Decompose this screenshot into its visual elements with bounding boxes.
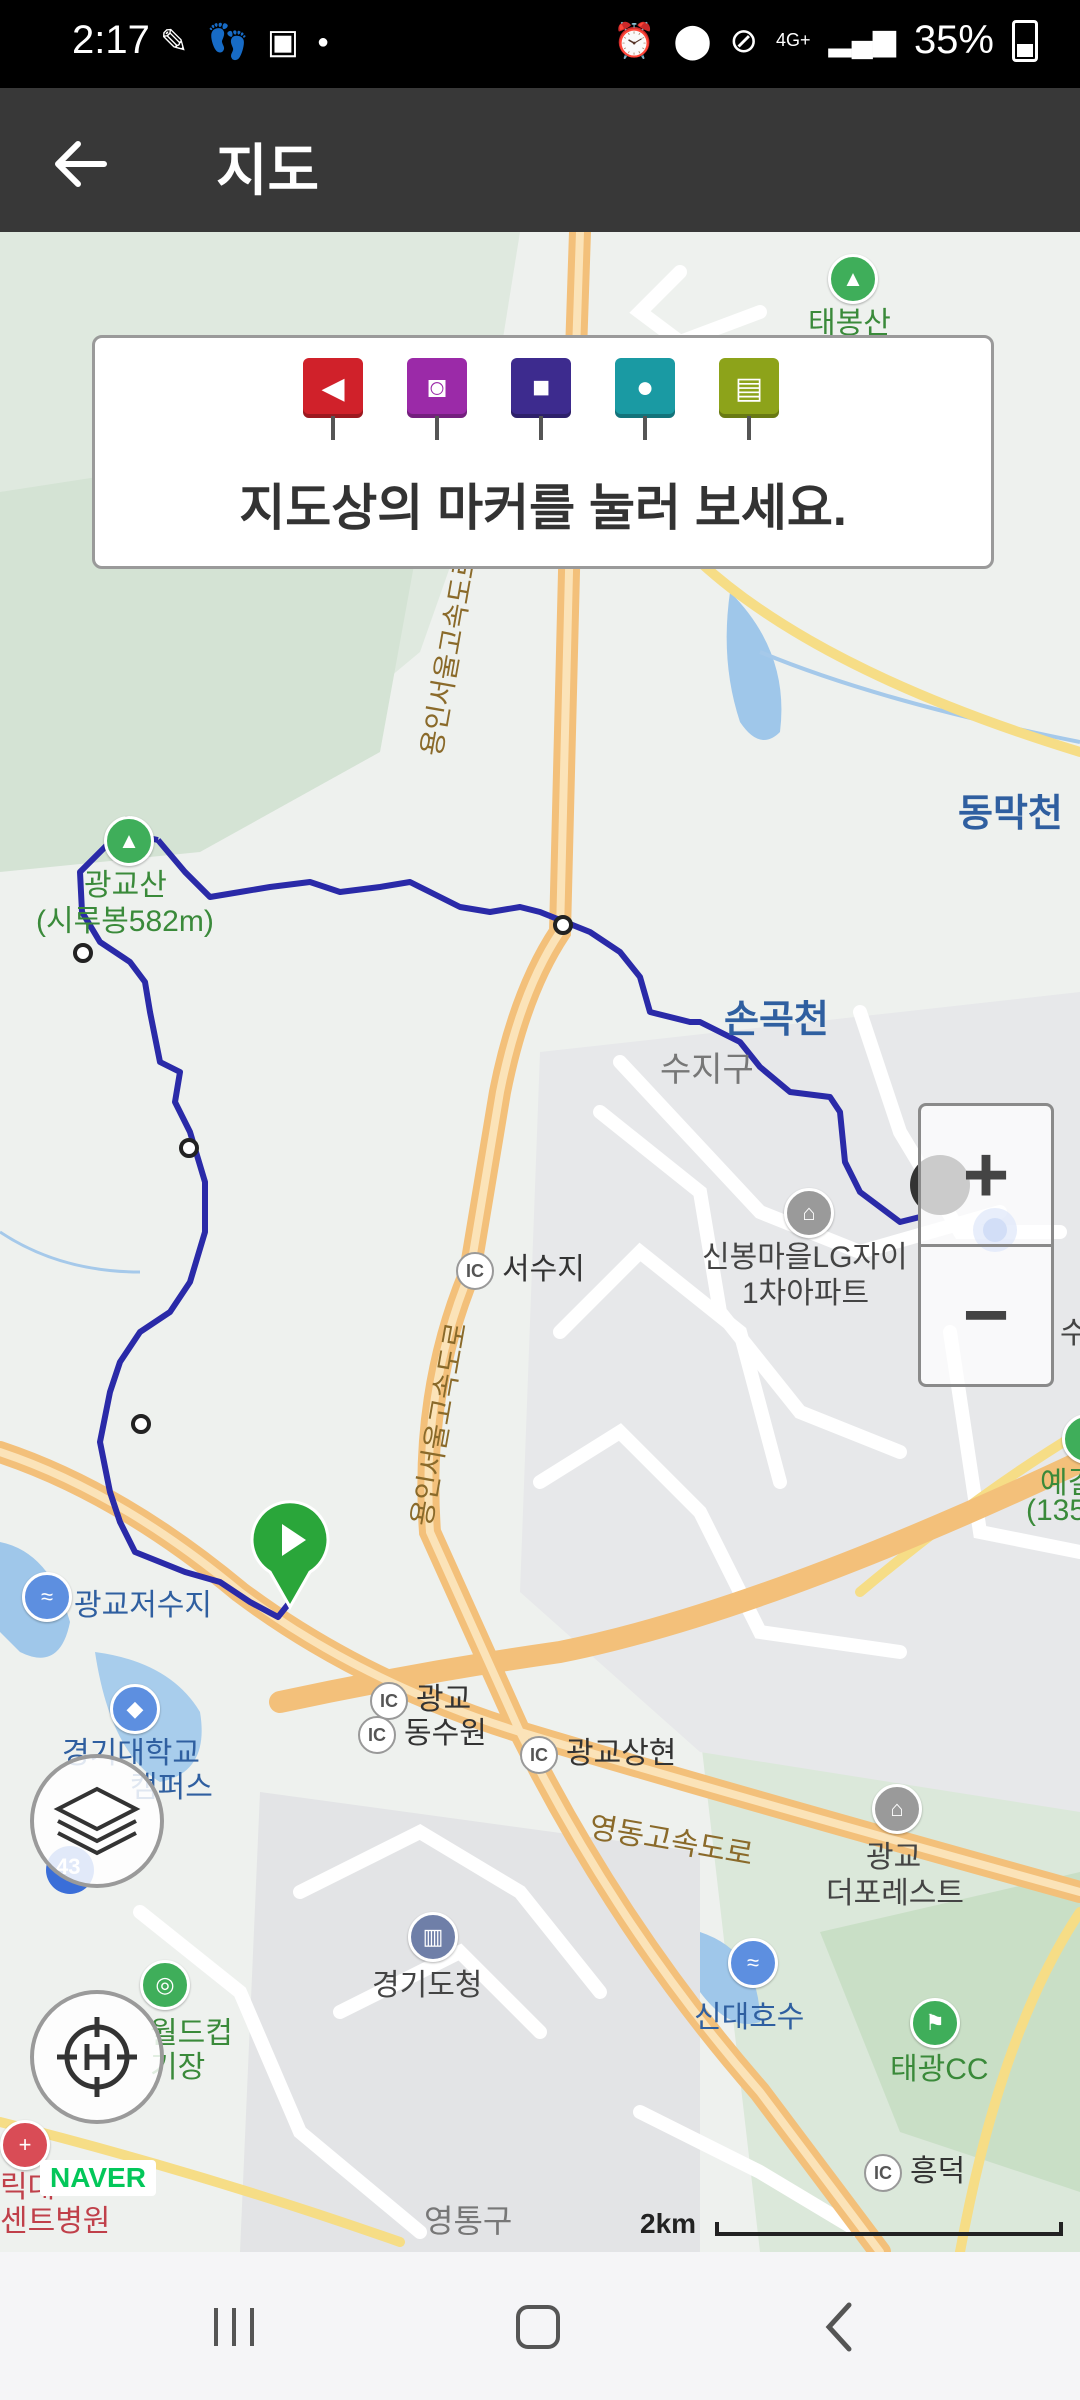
marker-camera[interactable]: ◙ (407, 358, 467, 440)
status-time: 2:17 (72, 18, 150, 62)
crosshair-icon (57, 2017, 137, 2097)
camera-icon: ◙ (427, 371, 447, 404)
layers-button[interactable] (30, 1754, 164, 1888)
label-yeongtong: 영통구 (424, 2203, 513, 2239)
label-dongsuwon: IC 동수원 (358, 1708, 487, 1755)
stadium-icon: ◎ (140, 1960, 190, 2010)
reservoir-icon: ≈ (22, 1572, 72, 1622)
app-bar: 지도 (0, 88, 1080, 232)
label-gwanggyo-reservoir: 광교저수지 (74, 1589, 212, 1622)
label-heungdeok: IC 흥덕 (864, 2146, 965, 2193)
marker-hint-text: 지도상의 마커를 눌러 보세요. (239, 480, 847, 536)
marker-mic[interactable]: ● (615, 358, 675, 440)
label-songokcheon: 손곡천 (724, 999, 829, 1041)
battery-percent: 35% (913, 18, 994, 62)
mic-icon: ● (635, 371, 655, 404)
label-taegwang-cc: 태광CC (890, 2053, 989, 2086)
image-icon: ▣ (266, 23, 299, 61)
scale-label: 2km (640, 2208, 697, 2239)
marker-video[interactable]: ■ (511, 358, 571, 440)
blocked-icon: ⊘ (729, 21, 759, 60)
marker-memo[interactable]: ▤ (719, 358, 779, 440)
signal-bars-icon: ▂▄▆ (828, 24, 896, 57)
page-title: 지도 (216, 139, 320, 202)
memo-icon: ▤ (734, 371, 764, 405)
label-hospital2: 센트병원 (0, 2205, 111, 2238)
label-su: 수 (1060, 1317, 1080, 1350)
label-sinbong2: 1차아파트 (742, 1277, 870, 1310)
ic-badge: IC (358, 1716, 396, 1755)
label-gyeonggi-dochung: 경기도청 (372, 1969, 483, 2002)
status-bar: 2:17 ✎ 👣 ▣ ● ⏰ ⬤ ⊘ 4G+ ▂▄▆ 35% (0, 0, 1080, 88)
naver-logo: NAVER (40, 2160, 156, 2196)
dot-icon: ● (316, 30, 330, 53)
signal-type: 4G+ (776, 30, 811, 50)
back-chevron-icon (825, 2302, 852, 2352)
home-icon (516, 2305, 560, 2349)
mountain-icon: ▲ (104, 816, 154, 866)
arrow-left-icon (55, 141, 107, 187)
label-dongmakcheon: 동막천 (958, 793, 1063, 835)
mountain-icon: ▲ (828, 254, 878, 304)
building-icon: ⌂ (872, 1784, 922, 1834)
marker-flag[interactable]: ◀ (303, 358, 363, 440)
scale-bar (715, 2222, 1063, 2236)
ic-badge: IC (864, 2154, 902, 2193)
ic-badge: IC (456, 1252, 494, 1291)
system-nav-bar (0, 2252, 1080, 2400)
zoom-control: + − (918, 1103, 1054, 1387)
layers-icon (53, 1786, 141, 1856)
label-sindae-lake: 신대호수 (694, 2001, 805, 2034)
government-icon: ▥ (408, 1912, 458, 1962)
recents-button[interactable] (174, 2292, 294, 2362)
lake-icon: ≈ (728, 1938, 778, 1988)
golf-icon: ⚑ (910, 1998, 960, 2048)
app-notification-icon: ✎ (160, 23, 189, 61)
label-sirubong: (시루봉582m) (36, 905, 214, 938)
ic-badge: IC (520, 1736, 558, 1775)
location-icon: ⬤ (673, 21, 712, 60)
label-gwanggyo-forest2: 더포레스트 (826, 1877, 964, 1910)
university-icon: ◆ (110, 1684, 160, 1734)
label-gwanggyo-sanghyeon: IC 광교상현 (520, 1728, 676, 1775)
label-yegi2: (135 (1026, 1494, 1080, 1527)
zoom-out-button[interactable]: − (921, 1246, 1051, 1384)
back-button[interactable] (40, 124, 120, 204)
label-suji-gu: 수지구 (660, 1051, 754, 1089)
current-location-button[interactable] (30, 1990, 164, 2124)
alarm-icon: ⏰ (613, 21, 656, 60)
zoom-in-button[interactable]: + (921, 1106, 1051, 1244)
video-icon: ■ (531, 371, 551, 404)
battery-icon (1012, 19, 1038, 62)
start-marker[interactable] (250, 1500, 330, 1611)
label-seosuji: IC 서수지 (456, 1244, 585, 1291)
nav-back-button[interactable] (780, 2292, 900, 2362)
recents-icon (214, 2308, 254, 2346)
home-button[interactable] (478, 2292, 598, 2362)
apartment-icon: ⌂ (784, 1188, 834, 1238)
flag-icon: ◀ (321, 371, 345, 405)
marker-legend-panel: ◀ ◙ ■ ● ▤ 지도상의 마커를 눌러 보세요. (92, 335, 994, 569)
footprint-icon: 👣 (206, 23, 249, 61)
